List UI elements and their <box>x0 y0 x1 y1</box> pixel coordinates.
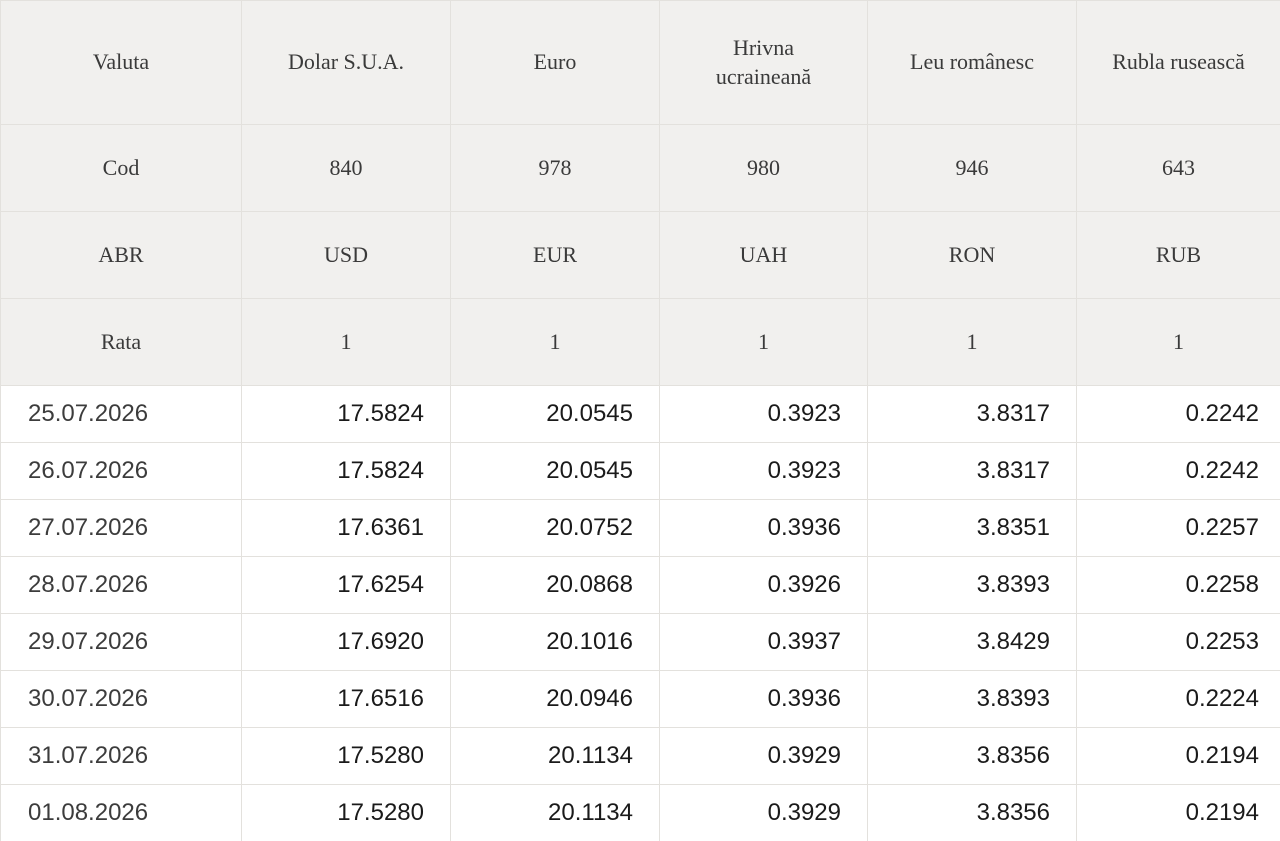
rate-value-rub: 0.2258 <box>1076 556 1280 614</box>
rate-label-cell: Rata <box>0 298 242 386</box>
rate-value-ron: 3.8356 <box>867 784 1077 841</box>
rate-value-uah: 0.3936 <box>659 499 868 557</box>
rate-value-uah: 0.3936 <box>659 670 868 728</box>
code-usd: 840 <box>241 124 451 212</box>
rate-value-usd: 17.5280 <box>241 727 451 785</box>
rate-date-cell: 26.07.2026 <box>0 442 242 500</box>
abbreviation-label-cell: ABR <box>0 211 242 299</box>
rate-table-row: 31.07.2026 17.5280 20.1134 0.3929 3.8356 0.21… <box>0 727 1280 785</box>
rate-value-eur: 20.0752 <box>450 499 660 557</box>
rate-value-usd: 17.5824 <box>241 385 451 443</box>
exchange-rates-body: Valuta Dolar S.U.A. Euro Hrivna ucrainea… <box>0 0 1280 841</box>
abbreviation-usd: USD <box>241 211 451 299</box>
rate-value-rub: 0.2253 <box>1076 613 1280 671</box>
currency-label-cell: Valuta <box>0 0 242 125</box>
rate-value-rub: 0.2224 <box>1076 670 1280 728</box>
code-eur: 978 <box>450 124 660 212</box>
rate-date-cell: 29.07.2026 <box>0 613 242 671</box>
code-rub: 643 <box>1076 124 1280 212</box>
rate-value-usd: 17.5280 <box>241 784 451 841</box>
abbreviation-eur: EUR <box>450 211 660 299</box>
abbreviation-uah: UAH <box>659 211 868 299</box>
rate-value-uah: 0.3929 <box>659 784 868 841</box>
rate-value-rub: 0.2194 <box>1076 784 1280 841</box>
rate-value-ron: 3.8356 <box>867 727 1077 785</box>
rate-value-eur: 20.1016 <box>450 613 660 671</box>
rate-unit-eur: 1 <box>450 298 660 386</box>
rate-value-ron: 3.8351 <box>867 499 1077 557</box>
rate-date-cell: 28.07.2026 <box>0 556 242 614</box>
rate-date-cell: 27.07.2026 <box>0 499 242 557</box>
rate-unit-uah: 1 <box>659 298 868 386</box>
rate-table-row: 29.07.2026 17.6920 20.1016 0.3937 3.8429 0.22… <box>0 613 1280 671</box>
currency-name-usd: Dolar S.U.A. <box>241 0 451 125</box>
rate-unit-rub: 1 <box>1076 298 1280 386</box>
rate-value-uah: 0.3926 <box>659 556 868 614</box>
rate-unit-usd: 1 <box>241 298 451 386</box>
currency-name-header-row: Valuta Dolar S.U.A. Euro Hrivna ucrainea… <box>0 0 1280 125</box>
rate-value-eur: 20.1134 <box>450 784 660 841</box>
rate-date-cell: 25.07.2026 <box>0 385 242 443</box>
rate-value-rub: 0.2242 <box>1076 442 1280 500</box>
abbreviation-ron: RON <box>867 211 1077 299</box>
rate-value-uah: 0.3923 <box>659 385 868 443</box>
currency-name-uah: Hrivna ucraineană <box>659 0 868 125</box>
rate-value-rub: 0.2194 <box>1076 727 1280 785</box>
rate-value-uah: 0.3929 <box>659 727 868 785</box>
rate-table-row: 28.07.2026 17.6254 20.0868 0.3926 3.8393 0.22… <box>0 556 1280 614</box>
currency-name-eur: Euro <box>450 0 660 125</box>
rate-table-row: 27.07.2026 17.6361 20.0752 0.3936 3.8351 0.22… <box>0 499 1280 557</box>
rate-value-ron: 3.8393 <box>867 556 1077 614</box>
rate-table-row: 25.07.2026 17.5824 20.0545 0.3923 3.8317 0.22… <box>0 385 1280 443</box>
currency-name-ron: Leu românesc <box>867 0 1077 125</box>
rate-value-ron: 3.8317 <box>867 385 1077 443</box>
rate-table-row: 26.07.2026 17.5824 20.0545 0.3923 3.8317 0.22… <box>0 442 1280 500</box>
rate-table-row: 30.07.2026 17.6516 20.0946 0.3936 3.8393 0.22… <box>0 670 1280 728</box>
rate-date-cell: 30.07.2026 <box>0 670 242 728</box>
rate-unit-header-row: Rata 1 1 1 1 1 <box>0 298 1280 386</box>
rate-unit-ron: 1 <box>867 298 1077 386</box>
rate-value-usd: 17.6920 <box>241 613 451 671</box>
rate-date-cell: 31.07.2026 <box>0 727 242 785</box>
rate-value-usd: 17.6361 <box>241 499 451 557</box>
rate-value-usd: 17.6254 <box>241 556 451 614</box>
rate-value-ron: 3.8317 <box>867 442 1077 500</box>
rate-value-uah: 0.3923 <box>659 442 868 500</box>
rate-value-ron: 3.8429 <box>867 613 1077 671</box>
rate-value-usd: 17.6516 <box>241 670 451 728</box>
code-ron: 946 <box>867 124 1077 212</box>
currency-name-rub: Rubla rusească <box>1076 0 1280 125</box>
rate-value-eur: 20.1134 <box>450 727 660 785</box>
code-header-row: Cod 840 978 980 946 643 <box>0 124 1280 212</box>
rate-date-cell: 01.08.2026 <box>0 784 242 841</box>
exchange-rates-table: Valuta Dolar S.U.A. Euro Hrivna ucrainea… <box>0 0 1280 841</box>
abbreviation-header-row: ABR USD EUR UAH RON RUB <box>0 211 1280 299</box>
rate-value-eur: 20.0545 <box>450 442 660 500</box>
rate-value-usd: 17.5824 <box>241 442 451 500</box>
code-uah: 980 <box>659 124 868 212</box>
abbreviation-rub: RUB <box>1076 211 1280 299</box>
rate-value-uah: 0.3937 <box>659 613 868 671</box>
rate-table-row: 01.08.2026 17.5280 20.1134 0.3929 3.8356 0.21… <box>0 784 1280 841</box>
rate-value-eur: 20.0545 <box>450 385 660 443</box>
rate-value-eur: 20.0868 <box>450 556 660 614</box>
rate-value-rub: 0.2242 <box>1076 385 1280 443</box>
rate-value-eur: 20.0946 <box>450 670 660 728</box>
rate-value-rub: 0.2257 <box>1076 499 1280 557</box>
code-label-cell: Cod <box>0 124 242 212</box>
rate-value-ron: 3.8393 <box>867 670 1077 728</box>
